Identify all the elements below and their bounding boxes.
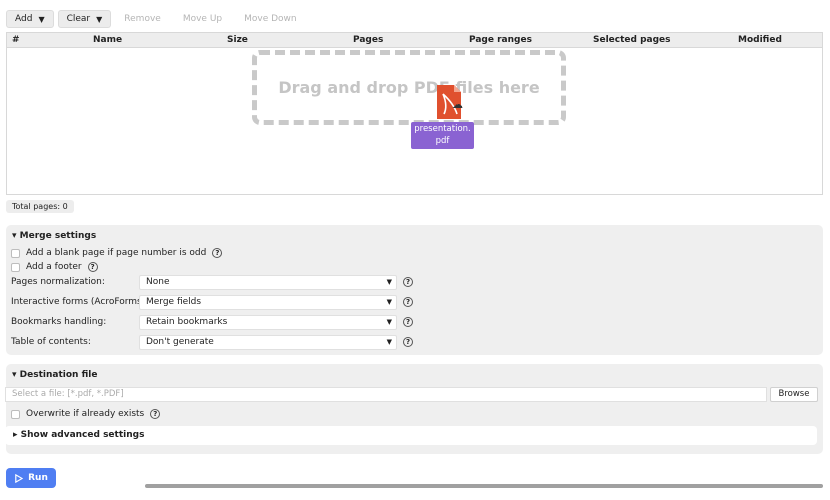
clear-button[interactable]: Clear ▼ bbox=[57, 10, 112, 28]
dragged-file-name-1: presentation. bbox=[414, 124, 471, 134]
footer-row: Add a footer ? bbox=[11, 262, 98, 272]
pages-normalization-label: Pages normalization: bbox=[11, 277, 105, 287]
add-button[interactable]: Add ▼ bbox=[6, 10, 54, 28]
chevron-down-icon[interactable]: ▼ bbox=[38, 15, 44, 24]
run-button-label: Run bbox=[28, 473, 48, 483]
forms-value: Merge fields bbox=[146, 297, 202, 307]
toolbar: Add ▼ Clear ▼ Remove Move Up Move Down bbox=[6, 10, 306, 28]
pages-normalization-value: None bbox=[146, 277, 170, 287]
column-header-pages[interactable]: Pages bbox=[353, 35, 383, 45]
merge-settings-panel: ▾ Merge settings Add a blank page if pag… bbox=[6, 225, 823, 355]
destination-title: Destination file bbox=[19, 370, 98, 380]
clear-button-label: Clear bbox=[66, 14, 91, 24]
toc-select[interactable]: Don't generate ▼ bbox=[139, 335, 397, 350]
toc-help[interactable]: ? bbox=[403, 337, 413, 347]
pages-normalization-select[interactable]: None ▼ bbox=[139, 275, 397, 290]
blank-page-row: Add a blank page if page number is odd ? bbox=[11, 248, 223, 258]
bookmarks-select[interactable]: Retain bookmarks ▼ bbox=[139, 315, 397, 330]
drop-zone-text: Drag and drop PDF files here bbox=[278, 78, 540, 97]
expanded-triangle-icon: ▾ bbox=[12, 231, 17, 241]
advanced-settings-label: Show advanced settings bbox=[20, 430, 145, 440]
column-header-page-ranges[interactable]: Page ranges bbox=[469, 35, 532, 45]
bookmarks-help[interactable]: ? bbox=[403, 317, 413, 327]
play-icon bbox=[15, 473, 24, 483]
expanded-triangle-icon: ▾ bbox=[12, 370, 17, 380]
toc-label: Table of contents: bbox=[11, 337, 91, 347]
help-icon[interactable]: ? bbox=[403, 337, 413, 347]
forms-label: Interactive forms (AcroForms): bbox=[11, 297, 149, 307]
overwrite-row: Overwrite if already exists ? bbox=[11, 409, 161, 419]
help-icon[interactable]: ? bbox=[403, 317, 413, 327]
help-icon[interactable]: ? bbox=[403, 277, 413, 287]
help-icon[interactable]: ? bbox=[403, 297, 413, 307]
footer-checkbox[interactable] bbox=[11, 262, 20, 272]
remove-button[interactable]: Remove bbox=[115, 10, 170, 28]
pages-normalization-help[interactable]: ? bbox=[403, 277, 413, 287]
chevron-down-icon[interactable]: ▼ bbox=[96, 15, 102, 24]
table-header: # Name Size Pages Page ranges Selected p… bbox=[7, 33, 822, 48]
forms-select[interactable]: Merge fields ▼ bbox=[139, 295, 397, 310]
merge-settings-title: Merge settings bbox=[19, 231, 97, 241]
column-header-number[interactable]: # bbox=[12, 35, 20, 45]
collapsed-triangle-icon: ▸ bbox=[13, 430, 18, 440]
chevron-down-icon: ▼ bbox=[386, 338, 392, 346]
footer-label[interactable]: Add a footer bbox=[26, 262, 82, 272]
chevron-down-icon: ▼ bbox=[386, 278, 392, 286]
overwrite-label[interactable]: Overwrite if already exists bbox=[26, 409, 144, 419]
chevron-down-icon: ▼ bbox=[386, 318, 392, 326]
move-down-button[interactable]: Move Down bbox=[235, 10, 306, 28]
bookmarks-label: Bookmarks handling: bbox=[11, 317, 107, 327]
blank-page-label[interactable]: Add a blank page if page number is odd bbox=[26, 248, 206, 258]
drop-zone[interactable]: Drag and drop PDF files here bbox=[252, 50, 566, 125]
forms-help[interactable]: ? bbox=[403, 297, 413, 307]
move-up-button[interactable]: Move Up bbox=[174, 10, 231, 28]
dragged-file-label: presentation. pdf bbox=[411, 122, 474, 149]
column-header-size[interactable]: Size bbox=[227, 35, 248, 45]
column-header-name[interactable]: Name bbox=[93, 35, 122, 45]
total-pages-badge: Total pages: 0 bbox=[6, 200, 74, 213]
help-icon[interactable]: ? bbox=[212, 248, 223, 258]
help-icon[interactable]: ? bbox=[150, 409, 161, 419]
dragged-file-name-2: pdf bbox=[435, 136, 450, 146]
browse-button[interactable]: Browse bbox=[770, 387, 818, 402]
add-button-label: Add bbox=[15, 14, 33, 24]
horizontal-scrollbar[interactable] bbox=[145, 484, 823, 488]
advanced-settings-toggle[interactable]: ▸ Show advanced settings bbox=[5, 426, 817, 445]
destination-file-input[interactable]: Select a file: [*.pdf, *.PDF] bbox=[5, 387, 767, 402]
column-header-selected-pages[interactable]: Selected pages bbox=[593, 35, 671, 45]
merge-settings-header[interactable]: ▾ Merge settings bbox=[12, 231, 96, 241]
run-button[interactable]: Run bbox=[6, 468, 56, 488]
toc-value: Don't generate bbox=[146, 337, 214, 347]
cursor-icon: ☁ bbox=[452, 98, 463, 111]
chevron-down-icon: ▼ bbox=[386, 298, 392, 306]
column-header-modified[interactable]: Modified bbox=[738, 35, 782, 45]
destination-header[interactable]: ▾ Destination file bbox=[12, 370, 97, 380]
help-icon[interactable]: ? bbox=[87, 262, 98, 272]
blank-page-checkbox[interactable] bbox=[11, 248, 20, 258]
overwrite-checkbox[interactable] bbox=[11, 409, 20, 419]
bookmarks-value: Retain bookmarks bbox=[146, 317, 228, 327]
